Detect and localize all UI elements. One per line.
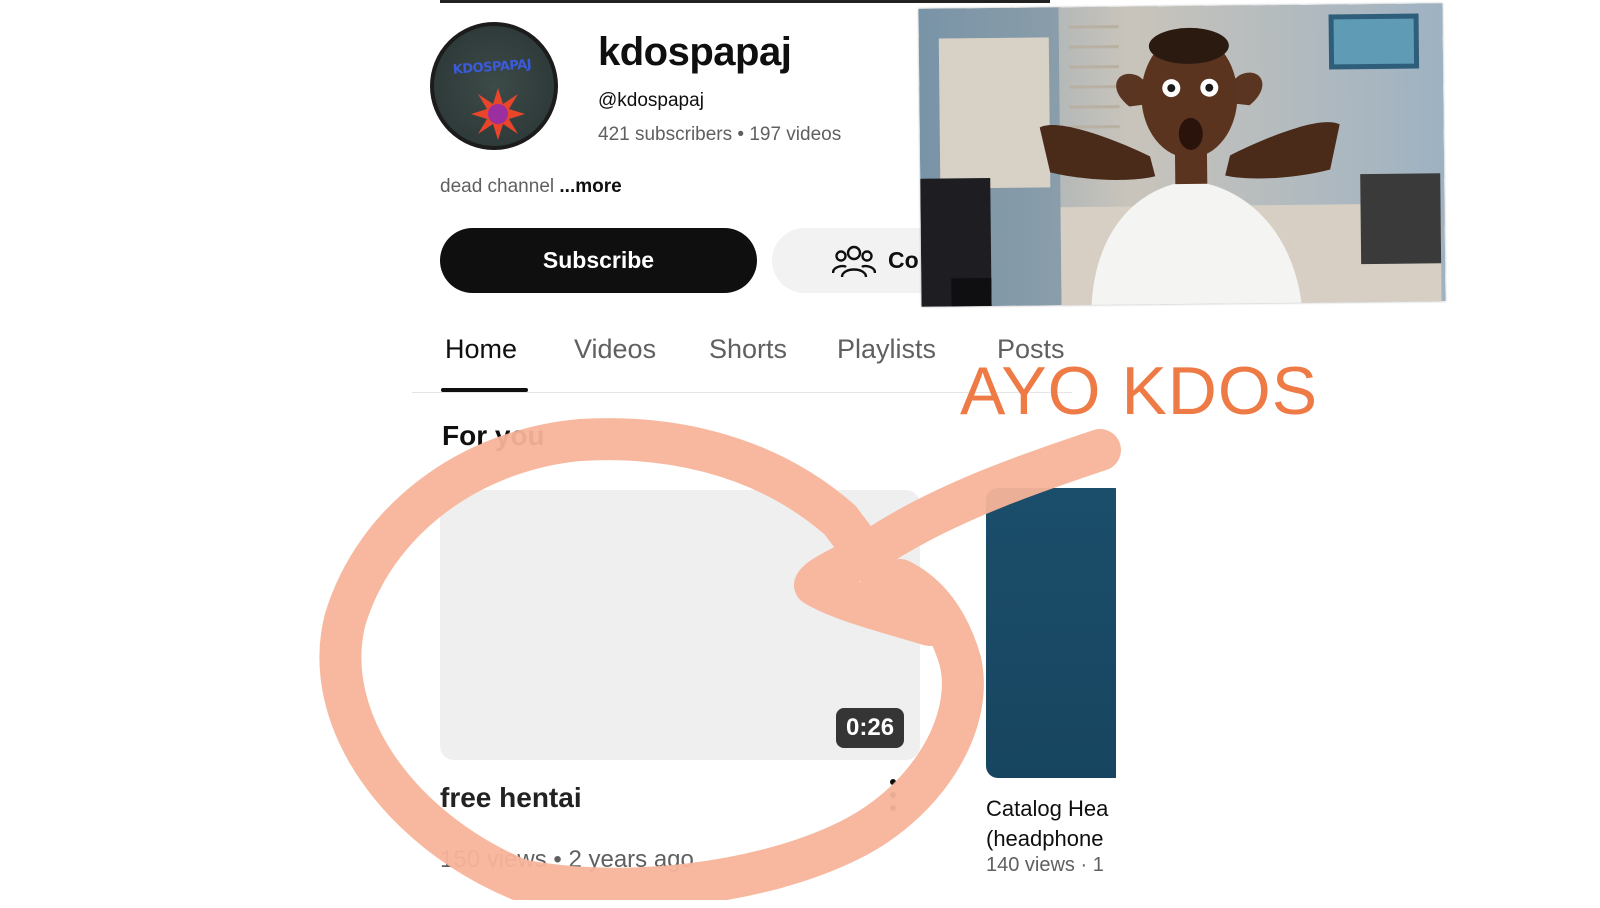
section-title: For you: [442, 420, 545, 451]
avatar-star-logo: [471, 88, 525, 140]
shocked-man-image: [918, 3, 1446, 307]
more-link[interactable]: ...more: [559, 176, 621, 197]
channel-name: kdospapaj: [598, 30, 792, 74]
video-duration-badge: 0:26: [836, 708, 905, 748]
tab-home[interactable]: Home: [445, 334, 517, 365]
active-tab-indicator: [441, 388, 528, 392]
subscribe-button[interactable]: Subscribe: [440, 228, 757, 293]
video-title[interactable]: free hentai: [440, 782, 582, 814]
video-title[interactable]: Catalog Hea (headphone: [986, 794, 1116, 854]
reaction-photo: [918, 3, 1446, 307]
people-icon: [832, 245, 876, 277]
video-meta: 150 views • 2 years ago: [440, 846, 694, 873]
tab-playlists[interactable]: Playlists: [837, 334, 936, 365]
video-card[interactable]: Catalog Hea (headphone 140 views · 1: [986, 488, 1116, 908]
top-divider: [440, 0, 1050, 3]
channel-description[interactable]: dead channel ...more: [440, 176, 622, 198]
more-vertical-icon[interactable]: [884, 776, 902, 818]
video-meta: 140 views · 1: [986, 854, 1104, 876]
tab-shorts[interactable]: Shorts: [709, 334, 787, 365]
community-label: Co: [888, 247, 919, 273]
overlay-caption: AYO KDOS: [960, 353, 1319, 429]
channel-handle: @kdospapaj: [598, 90, 704, 111]
tab-videos[interactable]: Videos: [574, 334, 656, 365]
channel-stats: 421 subscribers • 197 videos: [598, 124, 842, 145]
video-thumbnail[interactable]: [986, 488, 1116, 778]
description-text: dead channel: [440, 176, 555, 197]
avatar-logo-text: KDOSPAPAJ: [452, 57, 532, 78]
channel-avatar[interactable]: KDOSPAPAJ: [430, 22, 558, 150]
